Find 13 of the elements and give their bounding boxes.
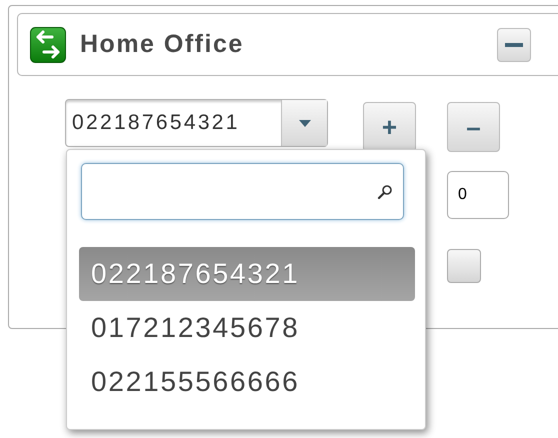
phone-number-select[interactable]: 022187654321	[65, 99, 328, 147]
search-field[interactable]	[81, 163, 404, 220]
arrows-icon	[30, 26, 66, 62]
search-icon	[377, 184, 393, 200]
caret-down-icon	[298, 120, 310, 126]
number-field[interactable]: 0	[447, 171, 509, 219]
checkbox[interactable]	[447, 249, 481, 283]
dropdown-option[interactable]: 017212345678	[79, 301, 415, 355]
panel-title: Home Office	[80, 30, 244, 59]
collapse-button[interactable]	[497, 28, 531, 62]
add-button[interactable]: +	[363, 102, 416, 152]
remove-button[interactable]: –	[447, 102, 500, 152]
dropdown-option[interactable]: 022155566666	[79, 355, 415, 409]
